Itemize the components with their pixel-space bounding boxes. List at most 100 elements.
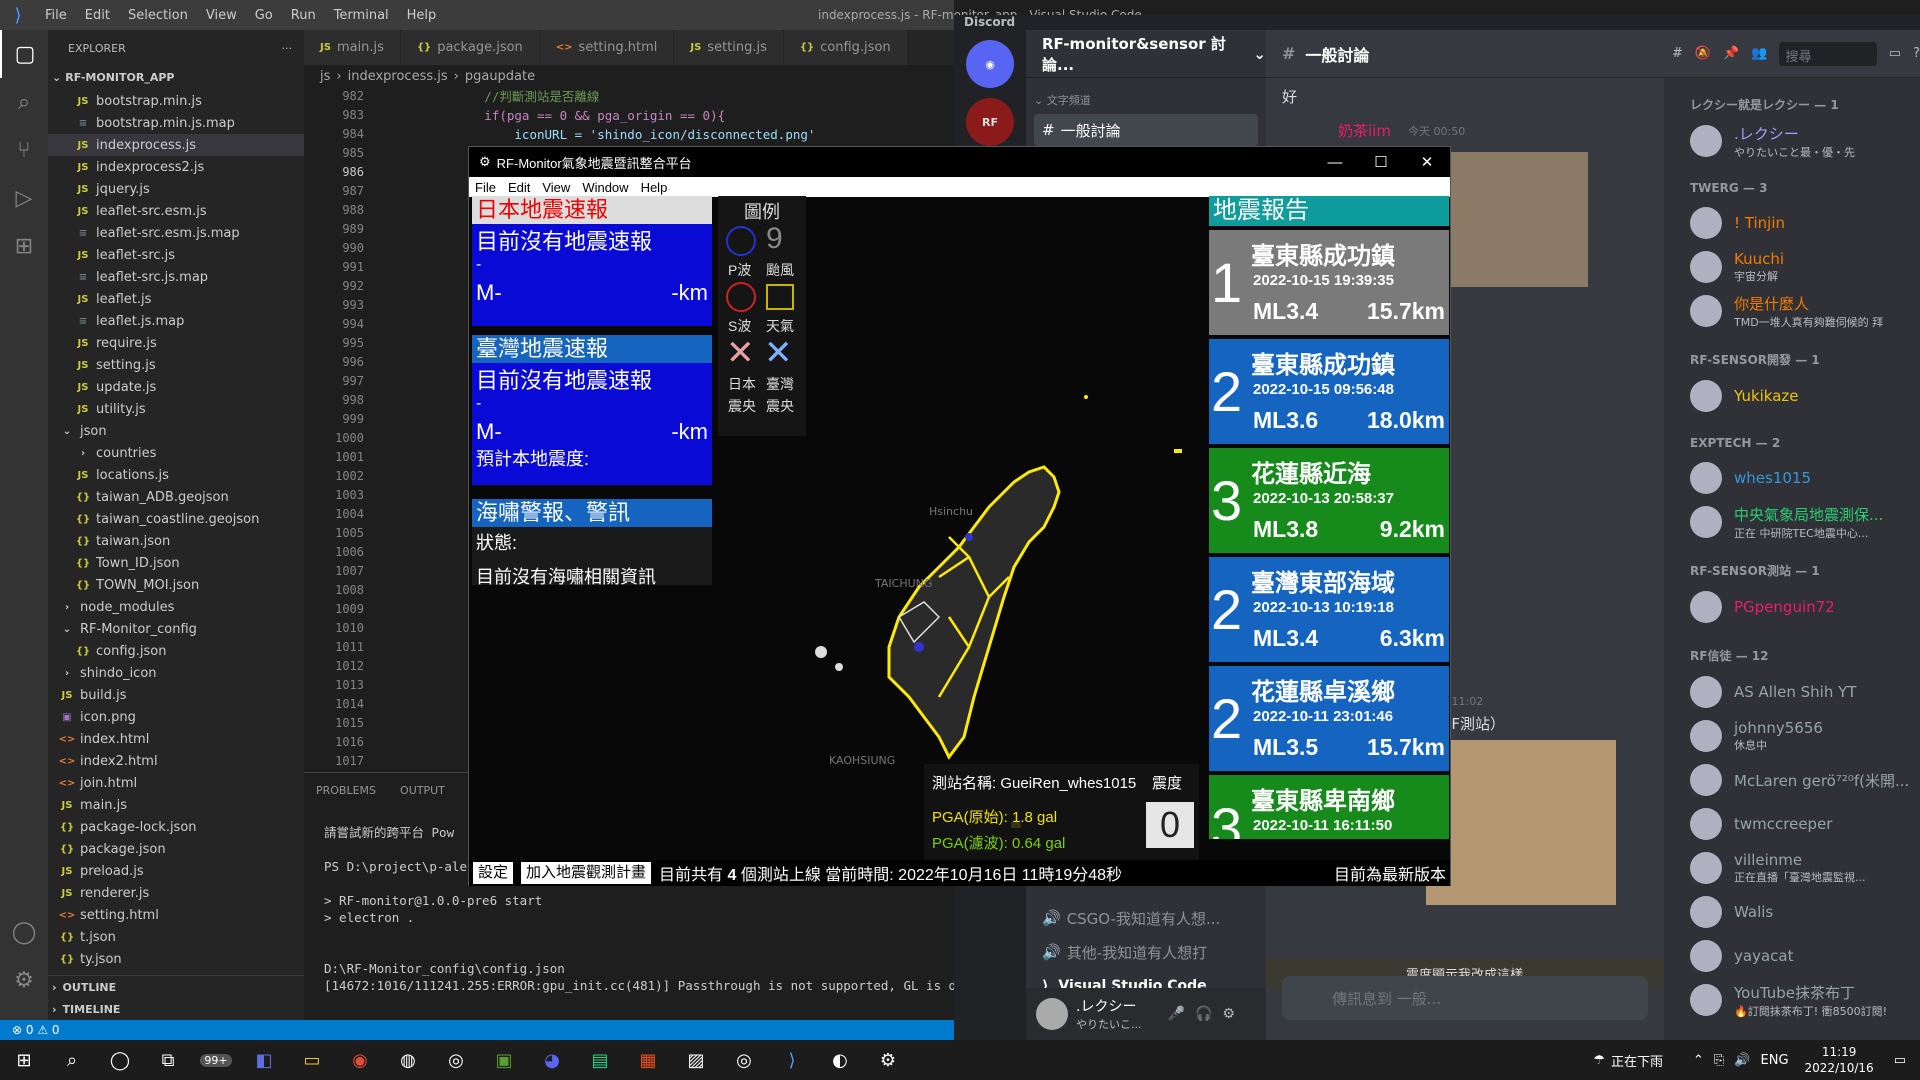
network-icon[interactable]: ⎘ — [1714, 1053, 1724, 1068]
rf-menu-item[interactable]: Help — [635, 180, 674, 195]
steam-icon[interactable]: ◎ — [720, 1040, 768, 1080]
project-folder-header[interactable]: ⌄ RF-MONITOR_APP — [48, 66, 304, 88]
member-item[interactable]: .レクシー やりたいこと最・優・先 — [1680, 119, 1920, 163]
file-tree-item[interactable]: JS locations.js — [48, 464, 304, 486]
rf-menu-item[interactable]: View — [536, 180, 576, 195]
menu-item[interactable]: Help — [398, 8, 446, 23]
threads-icon[interactable]: # — [1672, 46, 1683, 61]
file-tree-item[interactable]: JS indexprocess2.js — [48, 156, 304, 178]
panel-tab[interactable]: PROBLEMS — [304, 784, 388, 797]
settings-gear-icon[interactable]: ⚙ — [0, 956, 48, 1004]
file-tree-item[interactable]: <> join.html — [48, 772, 304, 794]
report-card[interactable]: 2 臺灣東部海域 2022-10-13 10:19:18 ML3.4 6.3km — [1209, 557, 1449, 662]
menu-item[interactable]: Edit — [76, 8, 119, 23]
file-tree-item[interactable]: › shindo_icon — [48, 662, 304, 684]
file-tree-item[interactable]: ⌄ RF-Monitor_config — [48, 618, 304, 640]
member-item[interactable]: AS Allen Shih YT — [1680, 670, 1920, 714]
discord-home-icon[interactable]: ◉ — [966, 40, 1014, 88]
rf-menu-item[interactable]: File — [469, 180, 502, 195]
file-tree-item[interactable]: <> setting.html — [48, 904, 304, 926]
file-tree-item[interactable]: JS leaflet-src.esm.js — [48, 200, 304, 222]
file-tree-item[interactable]: {} ty.json — [48, 948, 304, 970]
pin-icon[interactable]: 📌 — [1723, 46, 1739, 61]
member-item[interactable]: whes1015 — [1680, 456, 1920, 500]
message-author[interactable]: 奶茶iim — [1338, 120, 1391, 141]
file-tree-item[interactable]: {} taiwan.json — [48, 530, 304, 552]
inbox-icon[interactable]: ▭ — [1889, 46, 1901, 61]
rf-menu-item[interactable]: Edit — [502, 180, 536, 195]
menu-item[interactable]: File — [36, 8, 76, 23]
attached-image[interactable] — [1426, 740, 1616, 905]
file-tree-item[interactable]: JS indexprocess.js — [48, 134, 304, 156]
mute-icon[interactable]: 🎤 — [1168, 1006, 1185, 1022]
menu-item[interactable]: View — [197, 8, 246, 23]
server-name-header[interactable]: RF-monitor&sensor 討論... ⌄ — [1026, 30, 1266, 78]
extensions-icon[interactable]: ⊞ — [0, 222, 48, 270]
app-icon[interactable]: ◐ — [816, 1040, 864, 1080]
app-badge-icon[interactable]: 99+ — [192, 1040, 240, 1080]
help-icon[interactable]: ? — [1913, 46, 1920, 61]
pycharm-icon[interactable]: ▤ — [576, 1040, 624, 1080]
file-tree-item[interactable]: JS utility.js — [48, 398, 304, 420]
close-button[interactable]: ✕ — [1404, 147, 1450, 177]
weather-icon[interactable]: ☂ — [1593, 1053, 1605, 1068]
file-tree-item[interactable]: {} taiwan_coastline.geojson — [48, 508, 304, 530]
file-tree-item[interactable]: {} t.json — [48, 926, 304, 948]
file-tree-item[interactable]: JS main.js — [48, 794, 304, 816]
settings-button[interactable]: 設定 — [473, 862, 514, 884]
file-tree-item[interactable]: <> index2.html — [48, 750, 304, 772]
member-item[interactable]: YouTube抹茶布丁 🔥訂閱抹茶布丁! 衝8500訂閱! — [1680, 978, 1920, 1022]
member-item[interactable]: twmccreeper — [1680, 802, 1920, 846]
file-tree-item[interactable]: ⌄ json — [48, 420, 304, 442]
breadcrumb-item[interactable]: pgaupdate — [465, 69, 535, 84]
file-tree-item[interactable]: {} package-lock.json — [48, 816, 304, 838]
file-tree-item[interactable]: JS require.js — [48, 332, 304, 354]
file-tree-item[interactable]: {} TOWN_MOI.json — [48, 574, 304, 596]
editor-tab[interactable]: JS setting.js — [674, 30, 784, 65]
file-tree-item[interactable]: › node_modules — [48, 596, 304, 618]
member-item[interactable]: yayacat — [1680, 934, 1920, 978]
breadcrumb-item[interactable]: js — [320, 69, 330, 84]
minimize-button[interactable]: — — [1312, 147, 1358, 177]
menu-item[interactable]: Go — [246, 8, 282, 23]
notifications-icon[interactable]: 🔕 — [1695, 46, 1711, 61]
office-icon[interactable]: ▦ — [624, 1040, 672, 1080]
app-icon[interactable]: ◧ — [240, 1040, 288, 1080]
search-icon[interactable]: ⌕ — [0, 78, 48, 126]
lang-indicator[interactable]: ENG — [1761, 1053, 1789, 1068]
outline-section[interactable]: › OUTLINE — [48, 976, 304, 998]
member-item[interactable]: McLaren gerö⁷²⁰f(米開... — [1680, 758, 1920, 802]
message-input[interactable]: 傳訊息到 一般... — [1282, 976, 1648, 1020]
file-tree-item[interactable]: {} taiwan_ADB.geojson — [48, 486, 304, 508]
clock[interactable]: 11:19 2022/10/16 — [1805, 1044, 1874, 1076]
problems-status[interactable]: ⊗ 0 ⚠ 0 — [12, 1023, 60, 1037]
source-control-icon[interactable]: ⑂ — [0, 126, 48, 174]
server-icon-rf[interactable]: RF — [966, 98, 1014, 146]
headphones-icon[interactable]: 🎧 — [1195, 1006, 1212, 1022]
app-icon[interactable]: ◍ — [384, 1040, 432, 1080]
user-settings-gear-icon[interactable]: ⚙ — [1222, 1006, 1235, 1022]
maximize-button[interactable]: ☐ — [1358, 147, 1404, 177]
editor-tab[interactable]: {} config.json — [783, 30, 908, 65]
file-tree-item[interactable]: JS bootstrap.min.js — [48, 90, 304, 112]
members-icon[interactable]: 👥 — [1751, 46, 1767, 61]
editor-tab[interactable]: {} package.json — [400, 30, 540, 65]
file-explorer-icon[interactable]: ▭ — [288, 1040, 336, 1080]
report-card[interactable]: 2 臺東縣成功鎮 2022-10-15 09:56:48 ML3.6 18.0km — [1209, 339, 1449, 444]
avatar[interactable] — [1036, 998, 1068, 1030]
file-tree-item[interactable]: {} config.json — [48, 640, 304, 662]
file-tree-item[interactable]: JS setting.js — [48, 354, 304, 376]
start-icon[interactable]: ⊞ — [0, 1040, 48, 1080]
cortana-icon[interactable]: ◯ — [96, 1040, 144, 1080]
tray-chevron-icon[interactable]: ⌃ — [1693, 1053, 1704, 1068]
notification-icon[interactable]: ▭ — [1894, 1053, 1906, 1068]
member-item[interactable]: Yukikaze — [1680, 374, 1920, 418]
file-tree-item[interactable]: ≡ leaflet-src.js.map — [48, 266, 304, 288]
file-tree-item[interactable]: ≡ bootstrap.min.js.map — [48, 112, 304, 134]
member-item[interactable]: Walis — [1680, 890, 1920, 934]
file-tree-item[interactable]: ≡ leaflet.js.map — [48, 310, 304, 332]
task-view-icon[interactable]: ⧉ — [144, 1040, 192, 1080]
voice-channel-csgo[interactable]: 🔊 CSGO-我知道有人想... — [1034, 902, 1258, 934]
file-tree-item[interactable]: JS preload.js — [48, 860, 304, 882]
file-tree-item[interactable]: <> index.html — [48, 728, 304, 750]
